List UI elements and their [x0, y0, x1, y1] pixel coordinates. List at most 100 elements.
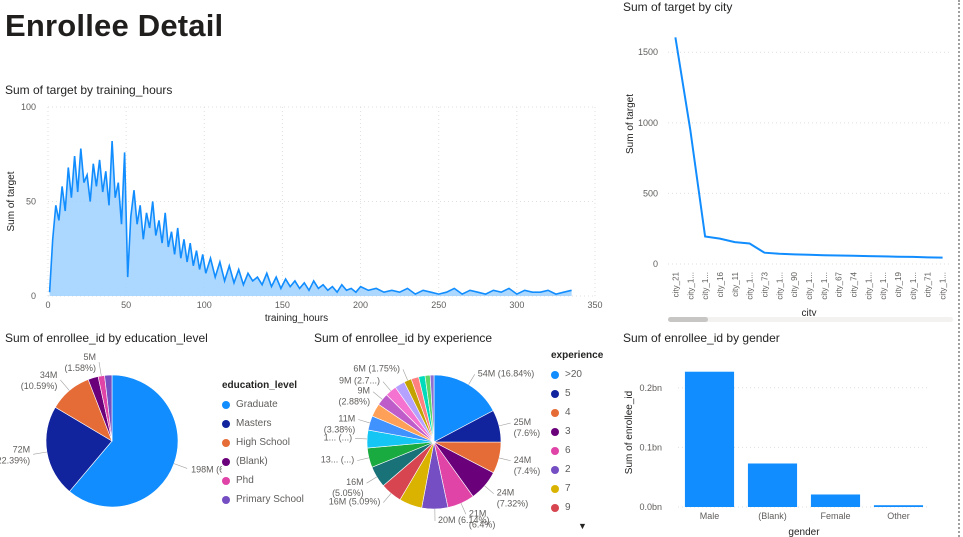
legend-item[interactable]: 7 — [551, 479, 603, 498]
legend-item[interactable]: Masters — [222, 414, 304, 433]
legend-item[interactable]: 6 — [551, 441, 603, 460]
data-label: 5M — [84, 352, 97, 362]
experience-pie-chart[interactable]: 54M (16.84%)25M(7.6%)24M(7.4%)24M(7.32%)… — [300, 350, 550, 537]
x-tick-label: city_1... — [775, 272, 784, 300]
x-tick-label: city_1... — [746, 272, 755, 300]
legend-swatch — [222, 457, 230, 466]
legend-label: 4 — [565, 407, 571, 418]
legend-item[interactable]: (Blank) — [222, 452, 304, 471]
legend-swatch — [222, 400, 230, 409]
data-label: 11M — [338, 413, 355, 423]
x-tick-label: 250 — [431, 300, 446, 310]
x-tick-label: 50 — [121, 300, 131, 310]
data-label: 9M — [358, 386, 371, 396]
legend-title: experience — [551, 350, 604, 361]
legend-label: 6 — [565, 445, 571, 456]
legend-item[interactable]: Primary School — [222, 490, 304, 509]
city-chart-scrollbar[interactable] — [668, 317, 953, 322]
legend-scroll-down-icon[interactable]: ▼ — [578, 521, 587, 531]
legend-label: 2 — [565, 464, 571, 475]
series-line — [48, 140, 572, 296]
y-tick-label: 0.1bn — [639, 442, 662, 452]
legend-swatch — [551, 389, 559, 398]
training-hours-chart-title: Sum of target by training_hours — [5, 83, 173, 97]
x-tick-label: city_73 — [760, 271, 769, 297]
leader-line — [173, 463, 188, 469]
legend-item[interactable]: High School — [222, 433, 304, 452]
legend-swatch — [551, 370, 559, 379]
legend-label: 3 — [565, 426, 571, 437]
page-title: Enrollee Detail — [5, 8, 224, 43]
education-pie-chart[interactable]: 198M (61.14%) 72M(22.39%) 34M(10.59%) 5M(1.… — [0, 350, 222, 537]
y-tick-label: 0 — [653, 259, 658, 269]
x-tick-label: city_1... — [701, 272, 710, 300]
scrollbar-thumb[interactable] — [668, 317, 708, 322]
leader-line — [366, 476, 377, 484]
legend-item[interactable]: 3 — [551, 422, 603, 441]
data-label: 20M (6.14%) — [438, 515, 490, 525]
legend-swatch — [222, 419, 230, 428]
legend-swatch — [551, 484, 559, 493]
legend-item[interactable]: Graduate — [222, 395, 304, 414]
x-tick-label: 150 — [275, 300, 290, 310]
data-label: (1.58%) — [65, 363, 97, 373]
bar — [810, 494, 861, 507]
y-tick-label: 100 — [21, 102, 36, 112]
y-tick-label: 1000 — [638, 118, 658, 128]
y-axis-title: Sum of target — [6, 171, 17, 231]
legend-label: >20 — [565, 369, 582, 380]
legend-item[interactable]: 4 — [551, 403, 603, 422]
x-tick-label: 200 — [353, 300, 368, 310]
x-tick-label: city_1... — [686, 272, 695, 300]
y-tick-label: 50 — [26, 197, 36, 207]
data-label: (7.4%) — [514, 466, 541, 476]
leader-line — [355, 438, 368, 440]
y-tick-label: 0 — [31, 291, 36, 301]
experience-chart-title: Sum of enrollee_id by experience — [314, 331, 493, 345]
data-label: (22.39%) — [0, 455, 30, 465]
leader-line — [468, 374, 475, 385]
legend-label: 7 — [565, 483, 571, 494]
data-label: 6M (1.75%) — [353, 363, 400, 373]
legend-swatch — [222, 438, 230, 447]
legend-label: Primary School — [236, 494, 304, 505]
gender-bar-chart[interactable]: 0.0bn 0.1bn 0.2bn Male (Blank) Female Other gen… — [620, 350, 956, 537]
legend-swatch — [551, 465, 559, 474]
leader-line — [33, 451, 47, 455]
legend-title: education_level — [222, 380, 298, 391]
x-tick-label: city_90 — [790, 271, 799, 297]
legend-item[interactable]: 2 — [551, 460, 603, 479]
legend-label: Masters — [236, 418, 272, 429]
legend-item[interactable]: 9 — [551, 498, 603, 517]
experience-legend: experience >20 5 4 3 6 2 7 9 — [551, 350, 603, 517]
legend-item[interactable]: >20 — [551, 365, 603, 384]
leader-line — [60, 379, 70, 391]
legend-swatch — [551, 408, 559, 417]
data-label: (7.6%) — [514, 428, 541, 438]
data-label: 198M (61.14%) — [191, 464, 222, 474]
legend-label: 5 — [565, 388, 571, 399]
legend-swatch — [551, 427, 559, 436]
x-axis-title: training_hours — [265, 313, 328, 324]
legend-swatch — [222, 495, 230, 504]
training-hours-area-chart[interactable]: 0 50 100 0 50 100 150 200 250 300 350 training_hour… — [0, 100, 610, 330]
x-tick-label: city_16 — [716, 271, 725, 297]
leader-line — [358, 419, 370, 424]
legend-item[interactable]: 5 — [551, 384, 603, 403]
legend-item[interactable]: Phd — [222, 471, 304, 490]
city-line-chart[interactable]: 050010001500city_21 city_1... city_1... cit… — [620, 16, 956, 316]
data-label: 16M — [346, 477, 364, 487]
leader-line — [402, 369, 408, 381]
data-label: 34M — [40, 370, 58, 380]
y-axis-title: Sum of target — [625, 94, 636, 154]
x-tick-label: city_1... — [864, 272, 873, 300]
data-label: 24M — [514, 455, 532, 465]
leader-line — [383, 493, 392, 503]
legend-label: High School — [236, 437, 290, 448]
leader-line — [484, 485, 494, 494]
x-tick-label: Female — [820, 511, 850, 521]
data-label: 9M (2.7...) — [339, 376, 380, 386]
leader-line — [460, 503, 467, 515]
leader-line — [382, 381, 391, 392]
y-axis-title: Sum of enrollee_id — [624, 391, 635, 474]
